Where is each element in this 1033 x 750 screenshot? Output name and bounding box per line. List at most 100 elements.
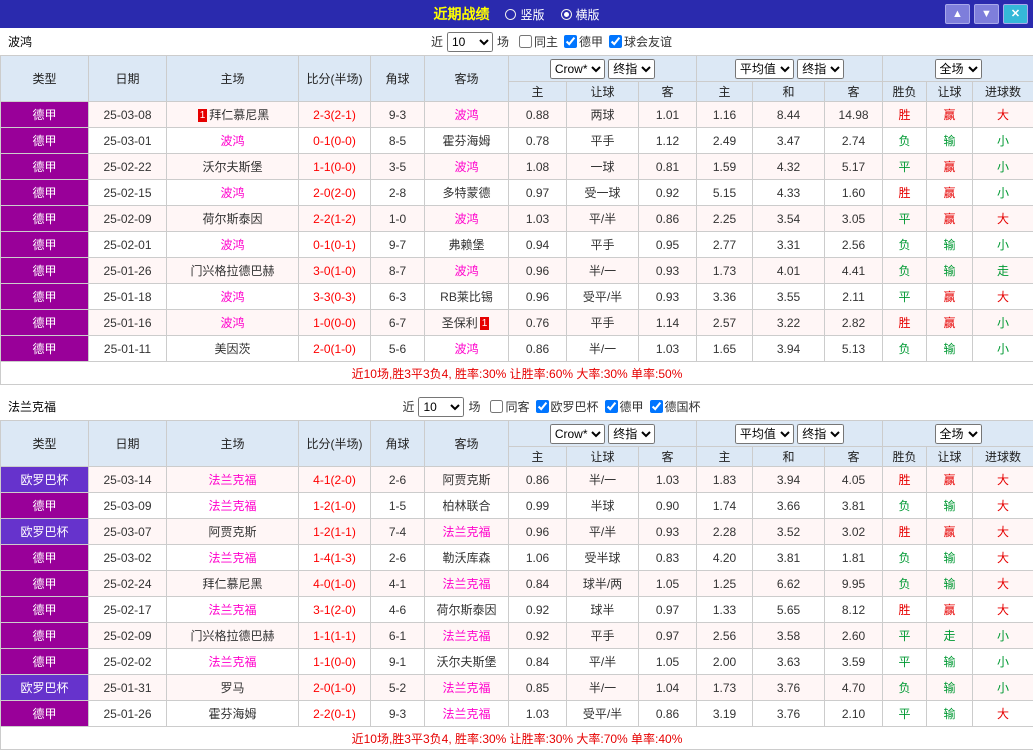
home-team-cell: 波鸿 xyxy=(167,284,299,310)
odds-home: 0.96 xyxy=(509,519,567,545)
average-final-select[interactable]: 终指 xyxy=(797,59,844,79)
average-select[interactable]: 平均值 xyxy=(735,59,794,79)
result-outcome: 胜 xyxy=(883,519,927,545)
date-cell: 25-01-11 xyxy=(89,336,167,362)
odds-final-select[interactable]: 终指 xyxy=(608,59,655,79)
avg-away: 3.05 xyxy=(825,206,883,232)
scroll-down-button[interactable]: ▼ xyxy=(974,4,999,24)
sub-avg-away: 客 xyxy=(825,447,883,467)
result-outcome: 平 xyxy=(883,154,927,180)
fulltime-select[interactable]: 全场 xyxy=(935,59,982,79)
layout-radio-horizontal[interactable]: 横版 xyxy=(561,6,600,23)
date-cell: 25-01-18 xyxy=(89,284,167,310)
odds-final-select[interactable]: 终指 xyxy=(608,424,655,444)
filter-checkbox[interactable]: 球会友谊 xyxy=(609,33,672,50)
result-handicap: 赢 xyxy=(927,180,973,206)
odds-company-select[interactable]: Crow* xyxy=(550,59,605,79)
filter-checkbox[interactable]: 德甲 xyxy=(605,398,644,415)
filter-checkbox-input[interactable] xyxy=(519,35,532,48)
result-outcome: 负 xyxy=(883,545,927,571)
avg-draw: 3.31 xyxy=(753,232,825,258)
layout-radio-vertical[interactable]: 竖版 xyxy=(505,6,544,23)
league-badge: 德甲 xyxy=(1,258,89,284)
result-handicap: 赢 xyxy=(927,102,973,128)
match-row: 德甲 25-01-11 美因茨 2-0(1-0) 5-6 波鸿 0.86 半/一… xyxy=(1,336,1033,362)
away-team-cell: 法兰克福 xyxy=(425,675,509,701)
avg-home: 1.59 xyxy=(697,154,753,180)
odds-company-select[interactable]: Crow* xyxy=(550,424,605,444)
fulltime-header: 全场 xyxy=(883,56,1033,82)
filter-checkbox-input[interactable] xyxy=(536,400,549,413)
avg-home: 4.20 xyxy=(697,545,753,571)
odds-handicap: 平/半 xyxy=(567,206,639,232)
date-cell: 25-03-07 xyxy=(89,519,167,545)
away-team-name: 法兰克福 xyxy=(442,629,490,643)
close-button[interactable]: ✕ xyxy=(1003,4,1028,24)
recent-count-select[interactable]: 10 xyxy=(418,397,464,417)
avg-away: 14.98 xyxy=(825,102,883,128)
avg-draw: 3.76 xyxy=(753,675,825,701)
avg-away: 3.02 xyxy=(825,519,883,545)
odds-home: 0.78 xyxy=(509,128,567,154)
score-cell: 1-1(0-0) xyxy=(299,649,371,675)
home-team-cell: 门兴格拉德巴赫 xyxy=(167,258,299,284)
avg-home: 1.16 xyxy=(697,102,753,128)
score-cell: 1-1(1-1) xyxy=(299,623,371,649)
home-team-cell: 波鸿 xyxy=(167,310,299,336)
corners-cell: 9-1 xyxy=(371,649,425,675)
average-final-select[interactable]: 终指 xyxy=(797,424,844,444)
result-goals: 小 xyxy=(973,128,1033,154)
corners-cell: 2-6 xyxy=(371,545,425,571)
fulltime-select[interactable]: 全场 xyxy=(935,424,982,444)
filter-checkbox-input[interactable] xyxy=(605,400,618,413)
scroll-up-button[interactable]: ▲ xyxy=(945,4,970,24)
away-team-name: 圣保利 xyxy=(442,316,478,330)
odds-home: 0.94 xyxy=(509,232,567,258)
match-row: 欧罗巴杯 25-03-14 法兰克福 4-1(2-0) 2-6 阿贾克斯 0.8… xyxy=(1,467,1033,493)
league-badge: 德甲 xyxy=(1,128,89,154)
titlebar: 近期战绩 竖版 横版 ▲ ▼ ✕ xyxy=(0,0,1033,28)
score-cell: 4-1(2-0) xyxy=(299,467,371,493)
filter-checkbox[interactable]: 欧罗巴杯 xyxy=(536,398,599,415)
radio-icon xyxy=(561,9,572,20)
filter-checkbox-input[interactable] xyxy=(564,35,577,48)
recent-count-select[interactable]: 10 xyxy=(447,32,493,52)
filter-checkbox[interactable]: 同客 xyxy=(490,398,529,415)
odds-away: 1.01 xyxy=(639,102,697,128)
filter-checkbox-label: 德甲 xyxy=(620,398,644,415)
away-team-name: 法兰克福 xyxy=(442,681,490,695)
avg-home: 1.74 xyxy=(697,493,753,519)
result-outcome: 负 xyxy=(883,571,927,597)
col-date: 日期 xyxy=(89,421,167,467)
odds-home: 0.92 xyxy=(509,597,567,623)
filter-checkbox[interactable]: 同主 xyxy=(519,33,558,50)
result-outcome: 负 xyxy=(883,493,927,519)
score-cell: 3-0(1-0) xyxy=(299,258,371,284)
filter-checkbox-input[interactable] xyxy=(650,400,663,413)
filter-checkbox-input[interactable] xyxy=(609,35,622,48)
sub-avg-home: 主 xyxy=(697,82,753,102)
odds-handicap: 半球 xyxy=(567,493,639,519)
away-team-cell: 弗赖堡 xyxy=(425,232,509,258)
avg-away: 2.60 xyxy=(825,623,883,649)
filter-checkbox-input[interactable] xyxy=(490,400,503,413)
filter-checkbox[interactable]: 德国杯 xyxy=(650,398,701,415)
match-row: 德甲 25-01-26 霍芬海姆 2-2(0-1) 9-3 法兰克福 1.03 … xyxy=(1,701,1033,727)
corners-cell: 6-3 xyxy=(371,284,425,310)
odds-away: 1.12 xyxy=(639,128,697,154)
corners-cell: 8-5 xyxy=(371,128,425,154)
score-cell: 0-1(0-0) xyxy=(299,128,371,154)
odds-away: 1.03 xyxy=(639,467,697,493)
result-handicap: 走 xyxy=(927,623,973,649)
score-cell: 1-4(1-3) xyxy=(299,545,371,571)
avg-home: 5.15 xyxy=(697,180,753,206)
filter-checkbox-label: 球会友谊 xyxy=(624,33,672,50)
sub-home: 主 xyxy=(509,447,567,467)
average-select[interactable]: 平均值 xyxy=(735,424,794,444)
away-team-cell: 霍芬海姆 xyxy=(425,128,509,154)
date-cell: 25-02-02 xyxy=(89,649,167,675)
avg-draw: 3.47 xyxy=(753,128,825,154)
corners-cell: 1-5 xyxy=(371,493,425,519)
filter-checkbox[interactable]: 德甲 xyxy=(564,33,603,50)
score-cell: 3-3(0-3) xyxy=(299,284,371,310)
